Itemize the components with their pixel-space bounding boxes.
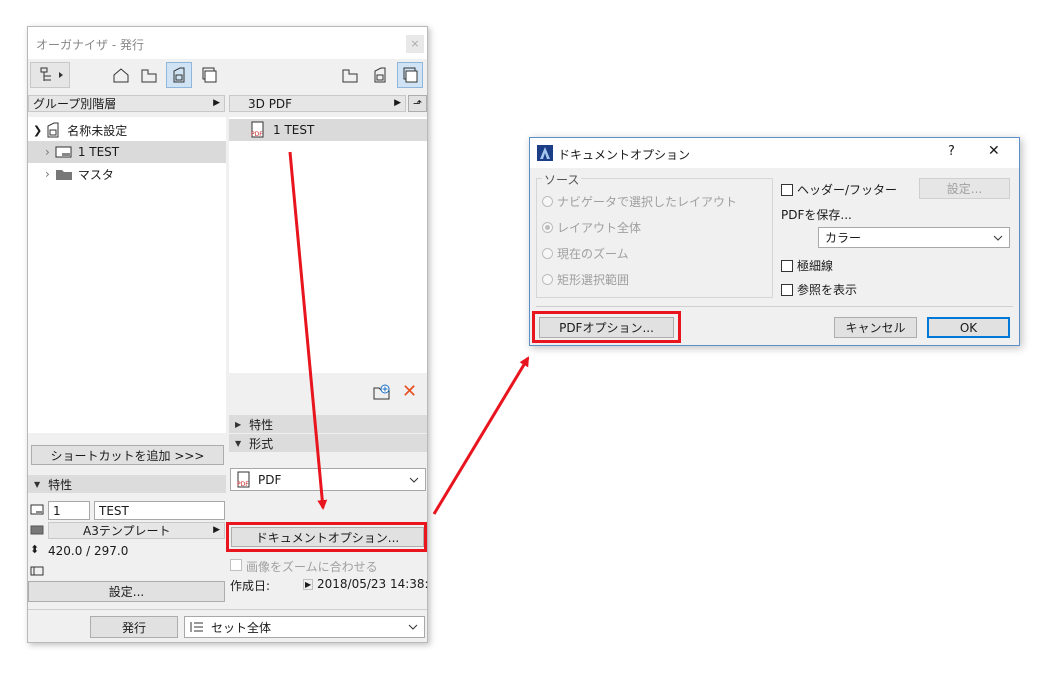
annotation-arrows — [288, 151, 530, 515]
arrow-to-document-options — [288, 151, 328, 510]
arrow-to-pdf-options — [432, 356, 530, 515]
